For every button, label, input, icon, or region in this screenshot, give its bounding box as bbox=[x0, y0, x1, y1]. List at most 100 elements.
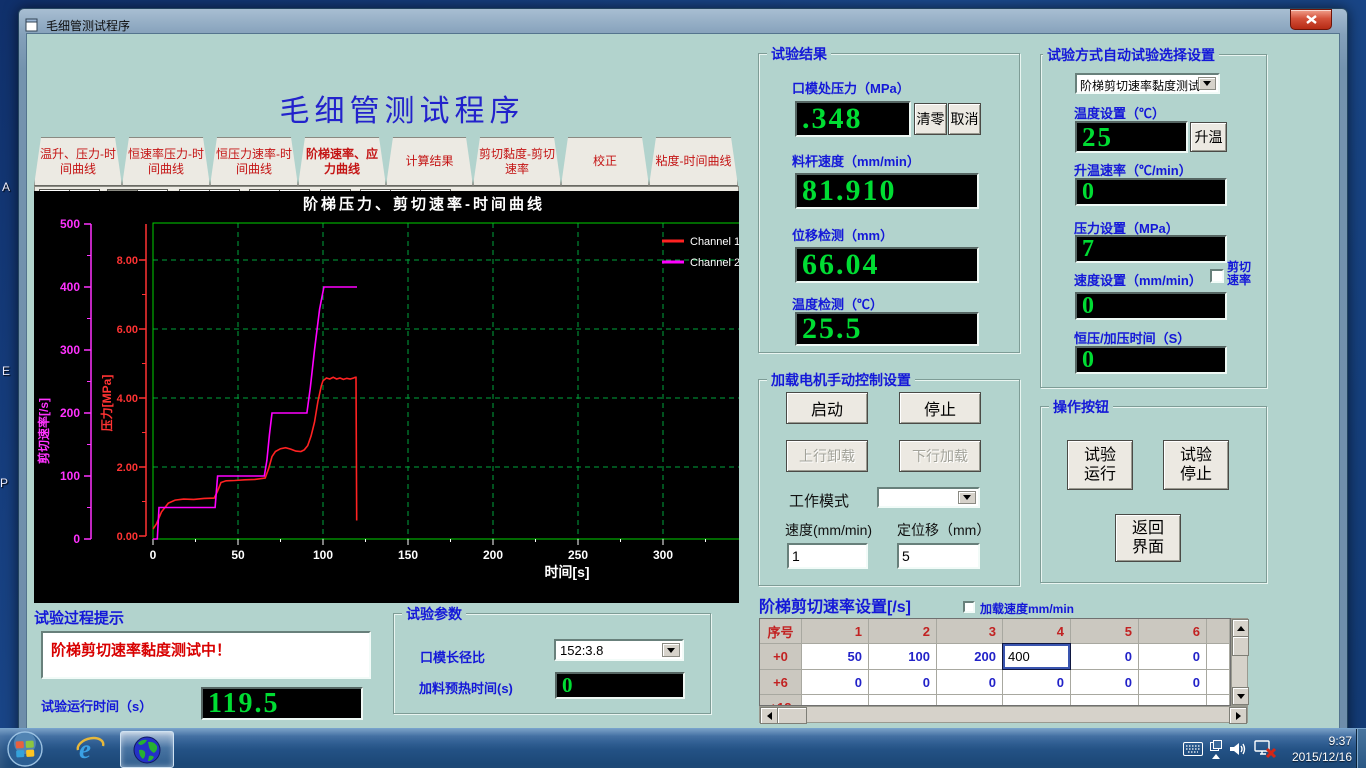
table-cell[interactable]: 50 bbox=[802, 644, 869, 670]
table-cell[interactable]: 200 bbox=[937, 644, 1003, 670]
desktop-icon-label-fragment: P bbox=[0, 476, 8, 490]
test-mode-select[interactable]: 阶梯剪切速率黏度测试 bbox=[1075, 73, 1220, 94]
table-cell[interactable]: 0 bbox=[1071, 644, 1139, 670]
taskbar-ie-button[interactable]: e bbox=[72, 733, 108, 765]
table-cell[interactable]: 0 bbox=[1139, 644, 1207, 670]
col-header: 6 bbox=[1139, 619, 1207, 644]
stop-button[interactable]: 停止 bbox=[899, 392, 981, 424]
clock-date: 2015/12/16 bbox=[1280, 749, 1352, 765]
tab-viscosity-time[interactable]: 粘度-时间曲线 bbox=[649, 137, 738, 186]
tab-calibration[interactable]: 校正 bbox=[561, 137, 649, 186]
cancel-button[interactable]: 取消 bbox=[948, 103, 981, 135]
return-button[interactable]: 返回界面 bbox=[1115, 514, 1181, 562]
svg-text:50: 50 bbox=[231, 548, 245, 562]
svg-text:200: 200 bbox=[60, 406, 80, 420]
table-cell[interactable]: 0 bbox=[1003, 670, 1071, 695]
work-mode-select[interactable] bbox=[877, 487, 980, 508]
tray-keyboard-icon[interactable] bbox=[1182, 739, 1204, 759]
run-test-button[interactable]: 试验运行 bbox=[1067, 440, 1133, 490]
scroll-down-button[interactable] bbox=[1232, 687, 1249, 705]
table-corner-header: 序号 bbox=[760, 619, 802, 644]
tray-network-icon[interactable] bbox=[1252, 737, 1278, 761]
hscroll-thumb[interactable] bbox=[777, 707, 807, 724]
svg-text:100: 100 bbox=[313, 548, 333, 562]
chevron-down-icon bbox=[963, 495, 971, 500]
table-cell[interactable]: 0 bbox=[937, 670, 1003, 695]
results-title: 试验结果 bbox=[767, 44, 831, 64]
heat-button[interactable]: 升温 bbox=[1190, 122, 1227, 152]
windows-start-icon bbox=[6, 730, 44, 768]
col-header: 2 bbox=[869, 619, 937, 644]
up-unload-button[interactable]: 上行卸载 bbox=[786, 440, 868, 472]
stop-test-button[interactable]: 试验停止 bbox=[1163, 440, 1229, 490]
die-pressure-display: .348 bbox=[795, 101, 911, 137]
tab-const-pressure-rate-time[interactable]: 恒压力速率-时间曲线 bbox=[210, 137, 298, 186]
svg-text:Channel 2: Channel 2 bbox=[690, 257, 739, 269]
desktop: A E P 毛细管测试程序 毛细管测试程序 温升、压力-时间曲线 恒速率压力-时… bbox=[0, 0, 1366, 768]
test-params-title: 试验参数 bbox=[402, 604, 466, 624]
svg-text:8.00: 8.00 bbox=[117, 255, 138, 267]
table-cell[interactable]: 100 bbox=[869, 644, 937, 670]
preheat-display: 0 bbox=[555, 672, 685, 699]
tray-show-hidden-icons[interactable] bbox=[1208, 735, 1224, 763]
tab-temp-pressure-time[interactable]: 温升、压力-时间曲线 bbox=[34, 137, 122, 186]
operations-title: 操作按钮 bbox=[1049, 397, 1113, 417]
cell-edit-input[interactable]: 400 bbox=[1003, 644, 1070, 669]
scroll-up-button[interactable] bbox=[1232, 619, 1249, 637]
table-cell[interactable]: 0 bbox=[1139, 670, 1207, 695]
tab-calc-results[interactable]: 计算结果 bbox=[386, 137, 473, 186]
start-button[interactable] bbox=[6, 730, 44, 768]
table-cell[interactable]: 0 bbox=[1071, 670, 1139, 695]
svg-text:400: 400 bbox=[60, 280, 80, 294]
process-message-box: 阶梯剪切速率黏度测试中！ bbox=[41, 631, 371, 679]
auto-test-group: 试验方式自动试验选择设置 阶梯剪切速率黏度测试 温度设置（℃） 25 升温 升温… bbox=[1040, 54, 1267, 388]
work-mode-dropdown-button[interactable] bbox=[958, 491, 976, 504]
step-rate-table: 序号 1 2 3 4 5 6 +0 50 100 200 400 0 0 bbox=[759, 618, 1231, 706]
svg-text:4.00: 4.00 bbox=[117, 393, 138, 405]
temp-set-label: 温度设置（℃） bbox=[1074, 103, 1165, 122]
svg-text:阶梯压力、剪切速率-时间曲线: 阶梯压力、剪切速率-时间曲线 bbox=[303, 195, 545, 213]
svg-text:Channel 1: Channel 1 bbox=[690, 236, 739, 248]
svg-text:时间[s]: 时间[s] bbox=[544, 564, 589, 580]
manual-displacement-input[interactable] bbox=[897, 543, 980, 569]
table-cell-editing[interactable]: 400 bbox=[1003, 644, 1071, 670]
load-speed-checkbox[interactable] bbox=[963, 601, 975, 613]
vscroll-thumb[interactable] bbox=[1232, 636, 1249, 656]
hold-time-label: 恒压/加压时间（S） bbox=[1074, 328, 1190, 347]
speed-set-display: 0 bbox=[1075, 292, 1227, 320]
show-desktop-button[interactable] bbox=[1356, 729, 1366, 768]
arrow-up-icon bbox=[1212, 754, 1220, 759]
tray-volume-icon[interactable] bbox=[1228, 739, 1250, 759]
shear-rate-checkbox[interactable] bbox=[1210, 269, 1224, 283]
chevron-down-icon bbox=[1203, 81, 1211, 86]
results-group: 试验结果 口模处压力（MPa） .348 清零 取消 料杆速度（mm/min） … bbox=[758, 53, 1020, 353]
operations-group: 操作按钮 试验运行 试验停止 返回界面 bbox=[1040, 406, 1267, 583]
taskbar-app-button-active[interactable] bbox=[120, 731, 174, 768]
pressure-set-display: 7 bbox=[1075, 235, 1227, 263]
svg-text:200: 200 bbox=[483, 548, 503, 562]
window-client-area: 毛细管测试程序 温升、压力-时间曲线 恒速率压力-时间曲线 恒压力速率-时间曲线… bbox=[26, 33, 1340, 748]
die-ratio-dropdown-button[interactable] bbox=[662, 643, 680, 657]
taskbar-clock[interactable]: 9:37 2015/12/16 bbox=[1280, 733, 1352, 765]
test-params-group: 试验参数 口模长径比 152:3.8 加料预热时间(s) 0 bbox=[393, 613, 711, 714]
down-load-button[interactable]: 下行加载 bbox=[899, 440, 981, 472]
svg-text:150: 150 bbox=[398, 548, 418, 562]
table-vscrollbar[interactable] bbox=[1231, 618, 1248, 706]
load-speed-checkbox-label: 加载速度mm/min bbox=[980, 600, 1074, 617]
start-button[interactable]: 启动 bbox=[786, 392, 868, 424]
table-hscrollbar[interactable] bbox=[759, 706, 1248, 723]
scroll-left-button[interactable] bbox=[760, 707, 778, 724]
step-pressure-shear-chart: 050100150200250300时间[s]0100200300400500剪… bbox=[34, 191, 739, 603]
manual-speed-input[interactable] bbox=[787, 543, 868, 569]
close-button[interactable] bbox=[1290, 9, 1332, 30]
svg-text:300: 300 bbox=[653, 548, 673, 562]
test-mode-dropdown-button[interactable] bbox=[1198, 77, 1216, 90]
scroll-right-button[interactable] bbox=[1229, 707, 1247, 724]
table-cell[interactable]: 0 bbox=[869, 670, 937, 695]
zero-button[interactable]: 清零 bbox=[914, 103, 947, 135]
die-ratio-select[interactable]: 152:3.8 bbox=[554, 639, 684, 661]
tab-const-rate-pressure-time[interactable]: 恒速率压力-时间曲线 bbox=[122, 137, 210, 186]
table-cell[interactable]: 0 bbox=[802, 670, 869, 695]
tab-step-rate-stress[interactable]: 阶梯速率、应力曲线 bbox=[298, 137, 386, 186]
tab-shear-viscosity-shear-rate[interactable]: 剪切黏度-剪切速率 bbox=[473, 137, 561, 186]
